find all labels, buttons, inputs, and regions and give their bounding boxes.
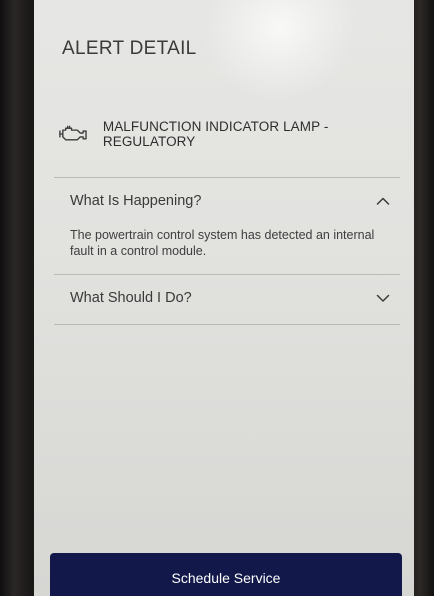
chevron-up-icon[interactable] (376, 196, 390, 206)
accordion-title: What Is Happening? (70, 193, 202, 209)
screen: ALERT DETAIL MALFUNCTION INDICATOR LAMP … (34, 0, 414, 596)
screen-glare (189, 0, 379, 122)
phone-frame: ALERT DETAIL MALFUNCTION INDICATOR LAMP … (0, 0, 434, 596)
alert-title: MALFUNCTION INDICATOR LAMP - REGULATORY (102, 119, 329, 149)
engine-icon (59, 125, 87, 141)
divider (54, 177, 400, 178)
divider (54, 324, 400, 325)
chevron-down-icon[interactable] (376, 293, 390, 303)
schedule-service-button[interactable]: Schedule Service (50, 553, 402, 596)
alert-header: MALFUNCTION INDICATOR LAMP - REGULATORY (58, 119, 414, 149)
accordion-title: What Should I Do? (70, 290, 192, 306)
accordion-what-should-i-do[interactable]: What Should I Do? (70, 286, 390, 310)
divider (54, 274, 400, 275)
accordion-body: The powertrain control system has detect… (70, 228, 375, 258)
accordion-what-is-happening[interactable]: What Is Happening? (70, 189, 390, 213)
page-title: ALERT DETAIL (62, 38, 197, 59)
